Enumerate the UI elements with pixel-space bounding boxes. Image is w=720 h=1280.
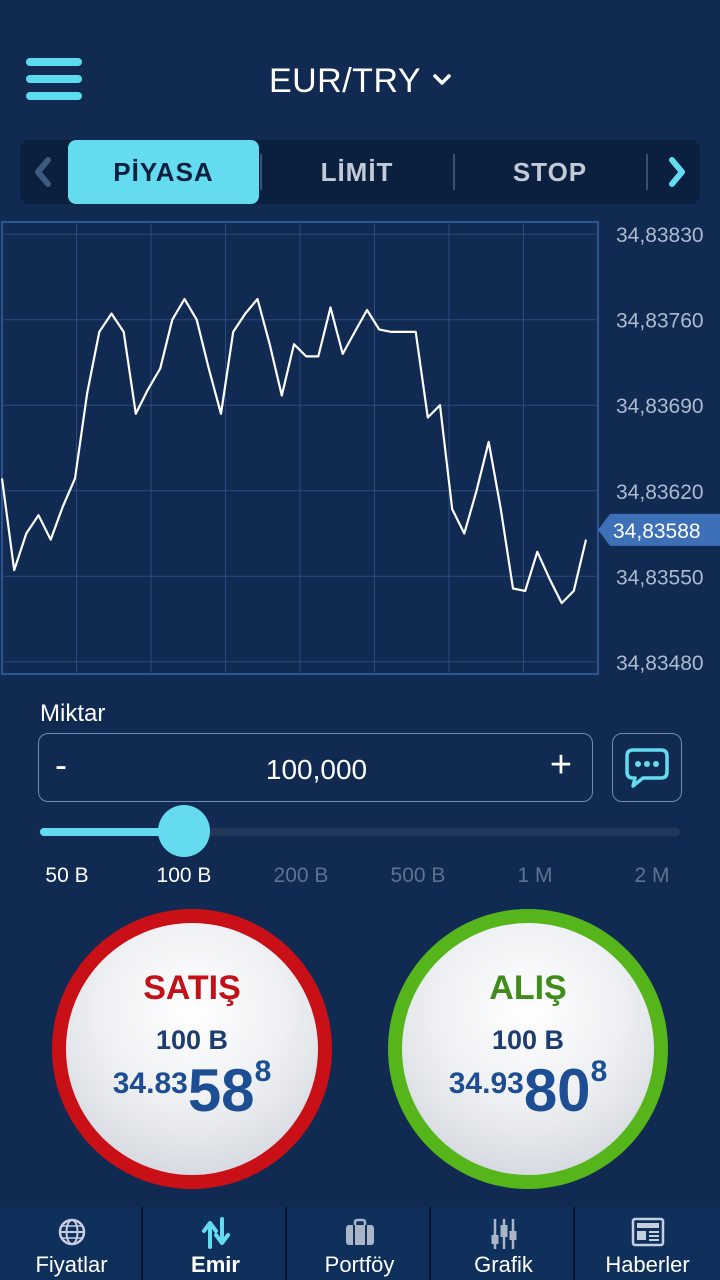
tab-limit[interactable]: LİMİT (262, 140, 452, 204)
chat-button[interactable] (612, 733, 682, 802)
sell-price-fraction: 8 (254, 1055, 272, 1088)
buy-amount: 100 B (491, 1025, 565, 1055)
amount-value[interactable]: 100,000 (39, 754, 594, 786)
slider-stop-1m[interactable]: 1 M (485, 864, 585, 888)
chart-y-tick-label: 34,83550 (616, 566, 704, 589)
nav-label-fiyatlar: Fiyatlar (35, 1252, 108, 1277)
increase-amount-button[interactable]: + (546, 744, 576, 787)
briefcase-icon (288, 1217, 431, 1247)
pair-selector[interactable]: EUR/TRY (0, 62, 720, 101)
nav-label-grafik: Grafik (474, 1252, 533, 1277)
nav-label-portfoy: Portföy (324, 1252, 395, 1277)
slider-stop-50b[interactable]: 50 B (17, 864, 117, 888)
sell-button-face: SATIŞ 100 B 34.83588 (66, 923, 318, 1175)
slider-stop-2m[interactable]: 2 M (602, 864, 702, 888)
amount-slider-handle[interactable] (158, 805, 210, 857)
buy-price: 34.93808 (402, 1055, 654, 1125)
order-type-tabs: PİYASA LİMİT STOP (20, 140, 700, 204)
chart-current-price-label: 34,83588 (613, 520, 701, 543)
buy-button-face: ALIŞ 100 B 34.93808 (402, 923, 654, 1175)
slider-stop-100b[interactable]: 100 B (134, 864, 234, 888)
buy-label: ALIŞ (489, 969, 567, 1007)
nav-label-emir: Emir (191, 1252, 240, 1277)
chart-sliders-icon (432, 1217, 575, 1249)
chart-y-tick-label: 34,83480 (616, 652, 704, 675)
news-icon (576, 1217, 719, 1247)
nav-emir[interactable]: Emir (144, 1207, 287, 1280)
chart-price-line (0, 297, 588, 605)
sell-label: SATIŞ (143, 969, 241, 1007)
chart-y-tick-label: 34,83690 (616, 395, 704, 418)
sell-amount: 100 B (155, 1025, 229, 1055)
tab-divider (646, 154, 648, 190)
chart-y-tick-label: 34,83830 (616, 224, 704, 247)
price-chart[interactable]: 34,83830 34,83760 34,83690 34,83620 34,83550… (0, 218, 720, 680)
sell-price-prefix: 34.83 (112, 1067, 188, 1100)
buy-price-prefix: 34.93 (448, 1067, 524, 1100)
chart-y-tick-label: 34,83620 (616, 481, 704, 504)
slider-stop-200b[interactable]: 200 B (251, 864, 351, 888)
amount-label: Miktar (40, 700, 106, 727)
nav-label-haberler: Haberler (605, 1252, 690, 1277)
amount-slider-track[interactable] (40, 828, 680, 836)
tab-stop[interactable]: STOP (455, 140, 645, 204)
chart-y-tick-label: 34,83760 (616, 310, 704, 333)
decrease-amount-button[interactable]: - (55, 744, 85, 786)
tab-next-arrow-icon[interactable] (654, 140, 700, 204)
buy-button[interactable]: ALIŞ 100 B 34.93808 (388, 909, 668, 1189)
nav-portfoy[interactable]: Portföy (288, 1207, 431, 1280)
bottom-navigation: Fiyatlar Emir Portföy Grafik Haberler (0, 1207, 720, 1280)
globe-icon (0, 1217, 143, 1247)
sell-button[interactable]: SATIŞ 100 B 34.83588 (52, 909, 332, 1189)
nav-fiyatlar[interactable]: Fiyatlar (0, 1207, 143, 1280)
tab-piyasa[interactable]: PİYASA (68, 140, 259, 204)
slider-stop-500b[interactable]: 500 B (368, 864, 468, 888)
sell-price: 34.83588 (66, 1055, 318, 1125)
nav-haberler[interactable]: Haberler (576, 1207, 720, 1280)
chevron-down-icon (433, 66, 451, 92)
tab-prev-arrow-icon[interactable] (20, 140, 66, 204)
chat-bubble-icon (625, 747, 669, 788)
buy-price-fraction: 8 (590, 1055, 608, 1088)
sell-price-pips: 58 (187, 1057, 255, 1124)
buy-price-pips: 80 (523, 1057, 591, 1124)
nav-grafik[interactable]: Grafik (432, 1207, 575, 1280)
price-chart-svg: 34,83830 34,83760 34,83690 34,83620 34,83550… (0, 221, 720, 675)
pair-title: EUR/TRY (268, 62, 422, 100)
header: EUR/TRY (0, 0, 720, 130)
order-arrows-icon (144, 1217, 287, 1249)
amount-input-box[interactable]: - 100,000 + (38, 733, 593, 802)
